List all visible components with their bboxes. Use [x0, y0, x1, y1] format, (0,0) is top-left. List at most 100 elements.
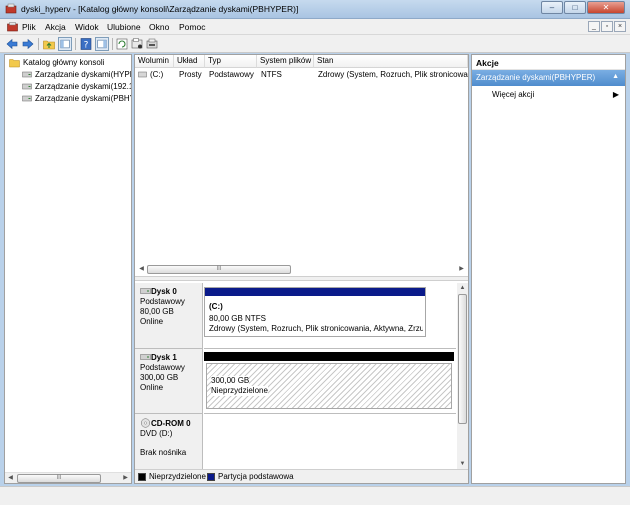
scroll-down-arrow-icon[interactable]: ▼ — [458, 460, 467, 469]
partition-status: Zdrowy (System, Rozruch, Plik stronicowa… — [209, 324, 423, 333]
menu-widok[interactable]: Widok — [75, 22, 99, 32]
properties-icon[interactable] — [130, 37, 144, 51]
computer-management-icon — [5, 3, 17, 14]
disk-1-label[interactable]: Dysk 1 Podstawowy 300,00 GB Online — [135, 349, 203, 414]
volume-icon — [138, 71, 147, 78]
tree-horizontal-scrollbar[interactable]: ◀ III ▶ — [5, 472, 131, 483]
scroll-right-arrow-icon[interactable]: ▶ — [121, 474, 130, 483]
disk-management-icon — [22, 95, 32, 102]
legend-unallocated: Nieprzydzielone — [149, 472, 206, 481]
more-actions-item[interactable]: Więcej akcji — [492, 90, 534, 99]
column-header-layout[interactable]: Układ — [174, 55, 205, 68]
disk-state: Online — [140, 317, 164, 326]
actions-pane: Akcje Zarządzanie dyskami(PBHYPER) ▲ Wię… — [471, 54, 626, 484]
unallocated-status: Nieprzydzielone — [211, 386, 268, 396]
legend-primary-partition: Partycja podstawowa — [218, 472, 294, 481]
back-arrow-icon[interactable] — [5, 37, 19, 51]
menu-akcja[interactable]: Akcja — [45, 22, 66, 32]
column-header-type[interactable]: Typ — [205, 55, 257, 68]
mdi-controls: _ ▫ × — [587, 21, 626, 32]
maximize-button[interactable]: □ — [564, 1, 586, 14]
mdi-close-button[interactable]: × — [614, 21, 626, 32]
unallocated-bar — [204, 352, 454, 361]
scroll-thumb[interactable]: III — [17, 474, 101, 483]
mdi-minimize-button[interactable]: _ — [588, 21, 600, 32]
disk-name: Dysk 0 — [151, 287, 177, 296]
scroll-up-arrow-icon[interactable]: ▲ — [458, 284, 467, 293]
tree-item-hyperv[interactable]: Zarządzanie dyskami(HYPERV — [35, 70, 131, 79]
volume-status: Zdrowy (System, Rozruch, Plik stronicowa… — [318, 70, 468, 79]
unallocated-swatch — [138, 473, 146, 481]
disk-management-icon — [22, 71, 32, 78]
disk-view-vertical-scrollbar[interactable]: ▲ ▼ — [457, 283, 468, 470]
disk-media: Brak nośnika — [140, 448, 187, 457]
up-folder-icon[interactable] — [42, 37, 56, 51]
disk-0-area: (C:) 80,00 GB NTFS Zdrowy (System, Rozru… — [204, 283, 456, 349]
toolbar-separator — [75, 38, 76, 50]
scroll-left-arrow-icon[interactable]: ◀ — [6, 474, 15, 483]
pane-splitter[interactable] — [135, 276, 468, 281]
show-hide-tree-icon[interactable] — [58, 37, 72, 51]
primary-partition-bar — [205, 288, 425, 296]
disk-settings-icon[interactable] — [145, 37, 159, 51]
cd-rom-icon — [140, 418, 151, 428]
menu-bar: Plik Akcja Widok Ulubione Okno Pomoc _ ▫… — [0, 19, 630, 35]
scroll-thumb[interactable]: III — [147, 265, 291, 274]
tree-root-item[interactable]: Katalog główny konsoli — [23, 58, 129, 67]
disk-management-pane: Wolumin Układ Typ System plików Stan (C:… — [134, 54, 469, 484]
actions-section-disk-management[interactable]: Zarządzanie dyskami(PBHYPER) ▲ — [472, 70, 625, 86]
rescan-disks-icon[interactable] — [115, 37, 129, 51]
disk-state: Online — [140, 383, 164, 392]
volume-type: Podstawowy — [209, 70, 254, 79]
toolbar-separator — [38, 38, 39, 50]
column-header-volume[interactable]: Wolumin — [135, 55, 174, 68]
disk-type: Podstawowy — [140, 363, 185, 372]
disk-name: Dysk 1 — [151, 353, 177, 362]
menu-pomoc[interactable]: Pomoc — [179, 22, 205, 32]
disk-0-label[interactable]: Dysk 0 Podstawowy 80,00 GB Online — [135, 283, 203, 349]
volume-filesystem: NTFS — [261, 70, 282, 79]
toolbar-separator — [112, 38, 113, 50]
partition-label: (C:) — [209, 302, 223, 311]
disk-type: DVD (D:) — [140, 429, 173, 438]
cdrom-0-area — [204, 414, 456, 470]
folder-icon — [9, 59, 20, 68]
column-header-status[interactable]: Stan — [314, 55, 468, 68]
close-button[interactable]: ✕ — [587, 1, 625, 14]
status-bar — [0, 486, 630, 505]
primary-partition-swatch — [207, 473, 215, 481]
collapse-icon[interactable]: ▲ — [612, 73, 619, 80]
scroll-right-arrow-icon[interactable]: ▶ — [457, 265, 466, 274]
cdrom-0-label[interactable]: CD-ROM 0 DVD (D:) Brak nośnika — [135, 414, 203, 470]
mdi-restore-button[interactable]: ▫ — [601, 21, 613, 32]
disk-icon — [140, 354, 151, 360]
mmc-window: dyski_hyperv - [Katalog główny konsoli\Z… — [0, 0, 630, 505]
disk-icon — [140, 288, 151, 294]
window-title: dyski_hyperv - [Katalog główny konsoli\Z… — [21, 4, 299, 14]
show-hide-action-pane-icon[interactable] — [95, 37, 109, 51]
disk-management-icon — [22, 83, 32, 90]
minimize-button[interactable]: – — [541, 1, 563, 14]
partition-c[interactable]: (C:) 80,00 GB NTFS Zdrowy (System, Rozru… — [204, 287, 426, 337]
column-header-filesystem[interactable]: System plików — [257, 55, 314, 68]
volume-list-horizontal-scrollbar[interactable]: ◀ III ▶ — [135, 264, 468, 275]
toolbar: ? — [0, 35, 630, 53]
unallocated-space[interactable]: 300,00 GB Nieprzydzielone — [206, 363, 452, 409]
menu-okno[interactable]: Okno — [149, 22, 169, 32]
menu-ulubione[interactable]: Ulubione — [107, 22, 141, 32]
console-menu-icon[interactable] — [7, 22, 18, 32]
disk-type: Podstawowy — [140, 297, 185, 306]
title-bar[interactable]: dyski_hyperv - [Katalog główny konsoli\Z… — [0, 0, 630, 19]
forward-arrow-icon[interactable] — [21, 37, 35, 51]
disk-size: 80,00 GB — [140, 307, 174, 316]
scroll-left-arrow-icon[interactable]: ◀ — [137, 265, 146, 274]
tree-item-192-168[interactable]: Zarządzanie dyskami(192.168 — [35, 82, 131, 91]
submenu-arrow-icon[interactable]: ▶ — [613, 90, 619, 99]
menu-plik[interactable]: Plik — [22, 22, 36, 32]
scroll-thumb[interactable] — [458, 294, 467, 424]
tree-item-pbhyper[interactable]: Zarządzanie dyskami(PBHYPER — [35, 94, 131, 103]
help-icon[interactable]: ? — [79, 37, 93, 51]
window-controls: – □ ✕ — [540, 1, 625, 15]
actions-header: Akcje — [472, 55, 625, 70]
volume-name: (C:) — [150, 70, 164, 79]
